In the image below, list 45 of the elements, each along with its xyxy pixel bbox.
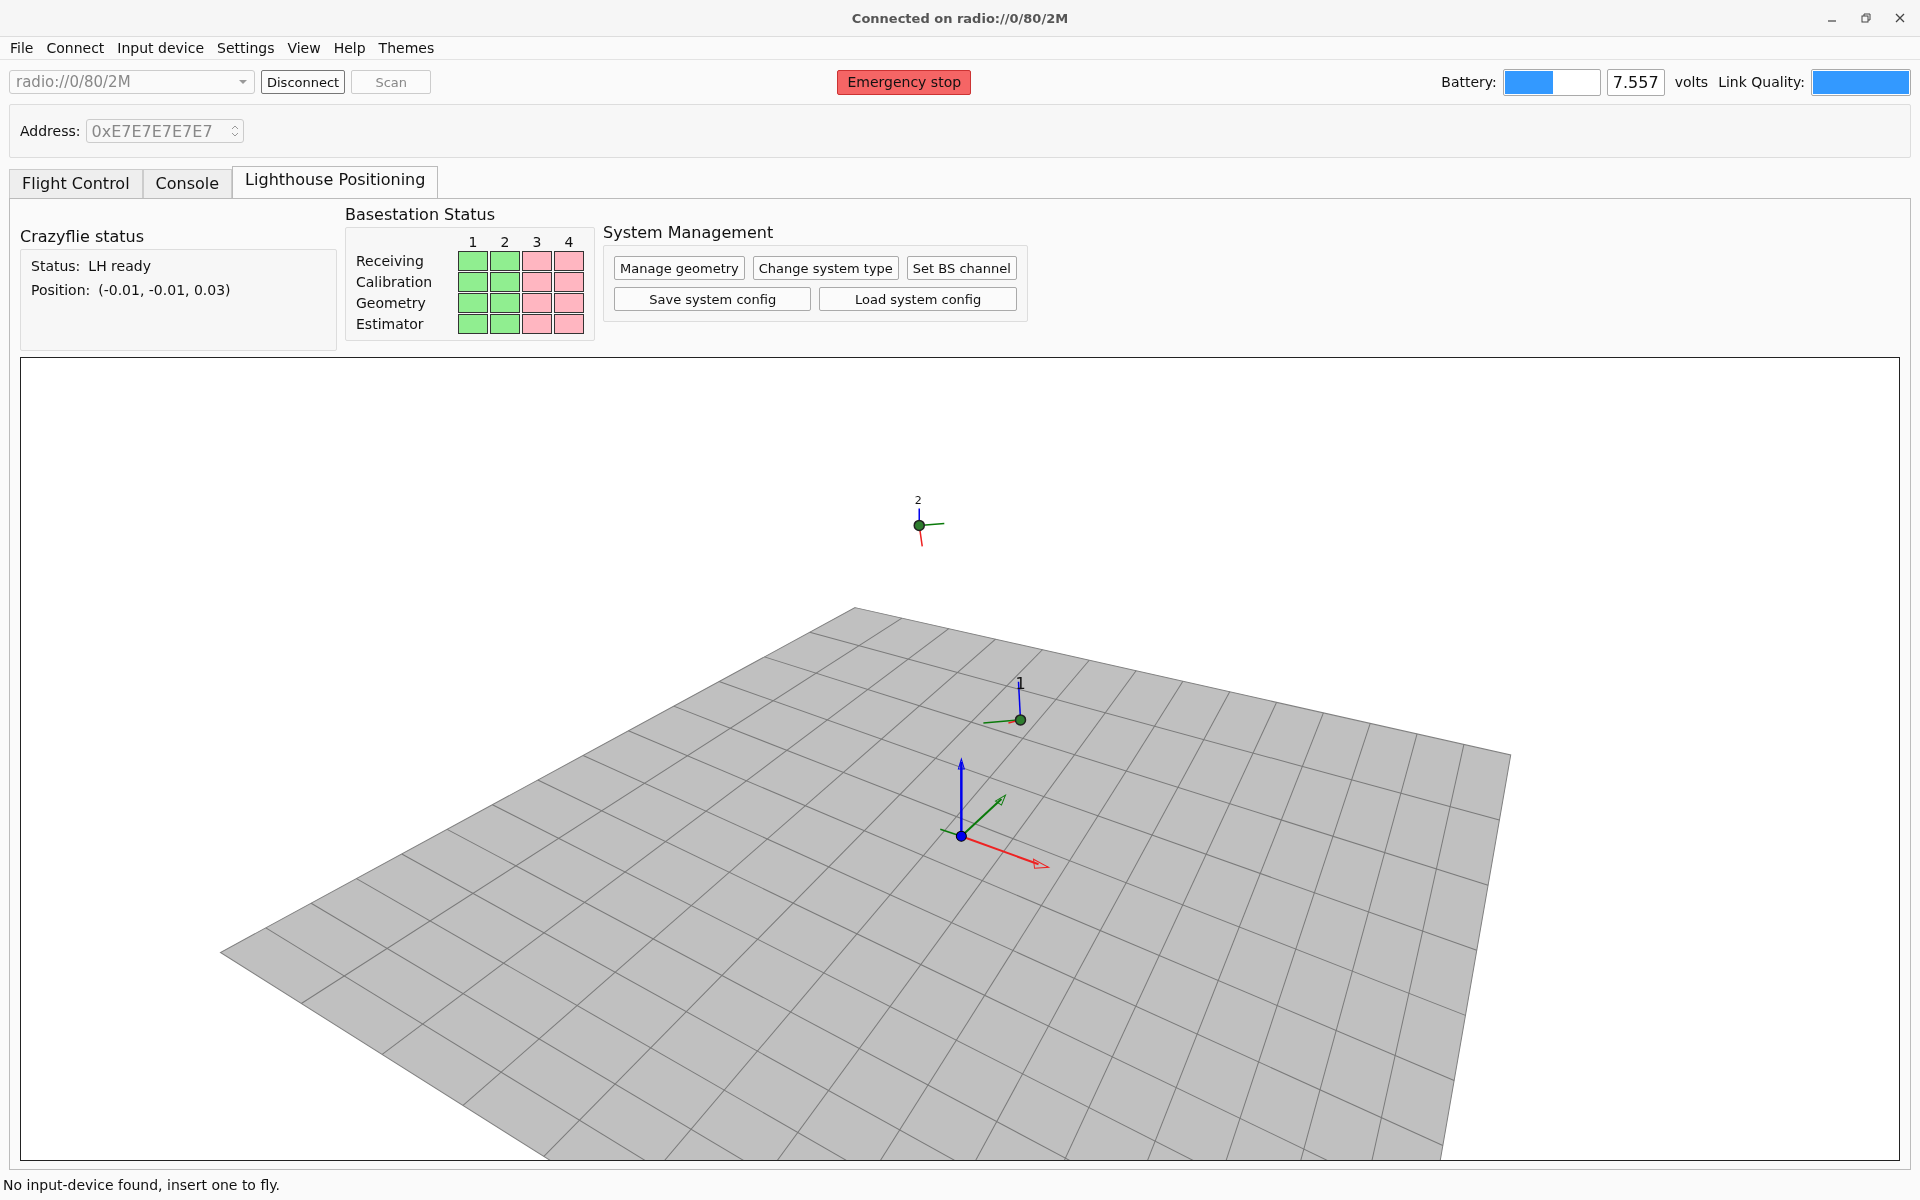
column-header: 1 (467, 234, 479, 250)
basestation-marker (913, 507, 946, 548)
column-header: 3 (531, 234, 543, 250)
basestation-label: 2 (914, 494, 922, 508)
menu-item[interactable]: Connect (46, 40, 105, 56)
menu-item[interactable]: Settings (217, 40, 275, 56)
group-title: Crazyflie status (20, 227, 146, 246)
tab[interactable]: Console (142, 169, 233, 198)
address-label: Address: (20, 123, 81, 139)
group-title: System Management (603, 223, 775, 242)
close-icon[interactable] (1894, 12, 1906, 24)
row-label: Receiving (356, 253, 425, 269)
system-button[interactable]: Set BS channel (906, 256, 1017, 280)
field-label: Position: (31, 282, 91, 298)
link-quality-label: Link Quality: (1718, 74, 1805, 90)
field-label: Status: (31, 258, 81, 274)
row-label: Estimator (356, 316, 425, 332)
system-button[interactable]: Save system config (614, 287, 812, 311)
row-label: Calibration (356, 274, 434, 290)
caret-icon (238, 79, 248, 85)
menu-item[interactable]: View (287, 40, 321, 56)
menu-item[interactable]: Help (333, 40, 366, 56)
system-button[interactable]: Change system type (752, 256, 899, 280)
emergency-stop-button[interactable]: Emergency stop (837, 69, 972, 95)
tab[interactable]: Flight Control (9, 169, 143, 198)
system-button[interactable]: Load system config (819, 287, 1017, 311)
field-value: (-0.01, -0.01, 0.03) (98, 282, 231, 298)
voltage-field: 7.557 (1606, 68, 1665, 96)
group-title: Basestation Status (345, 205, 497, 224)
basestation-label: 1 (1015, 673, 1026, 693)
menu-item[interactable]: File (10, 40, 34, 56)
column-header: 2 (499, 234, 511, 250)
volts-label: volts (1674, 74, 1709, 90)
battery-label: Battery: (1441, 74, 1497, 90)
field-value: LH ready (88, 258, 151, 274)
window-title: Connected on radio://0/80/2M (851, 10, 1069, 26)
column-header: 4 (563, 234, 575, 250)
menu-item[interactable]: Themes (378, 40, 435, 56)
system-button[interactable]: Manage geometry (614, 256, 745, 280)
menu-item[interactable]: Input device (117, 40, 204, 56)
restore-icon[interactable] (1860, 12, 1872, 24)
tab[interactable]: Lighthouse Positioning (232, 166, 439, 198)
toolbar-button[interactable]: Disconnect (261, 70, 346, 94)
status-message: No input-device found, insert one to fly. (2, 1176, 281, 1195)
row-label: Geometry (356, 295, 427, 311)
